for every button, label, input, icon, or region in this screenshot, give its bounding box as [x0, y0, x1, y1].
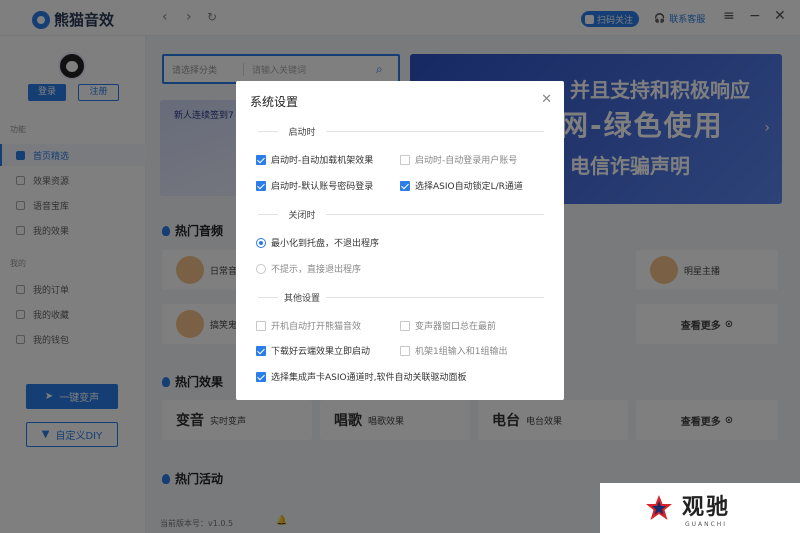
divider — [258, 131, 278, 132]
option-label: 启动时-自动登录用户账号 — [415, 156, 518, 166]
option-label: 下载好云端效果立即启动 — [271, 347, 371, 357]
checkbox[interactable] — [400, 320, 410, 331]
option-minimize-to-tray[interactable]: 最小化到托盘，不退出程序 — [256, 236, 379, 249]
option-exit-directly[interactable]: 不提示，直接退出程序 — [256, 262, 361, 275]
checkbox[interactable] — [256, 154, 266, 165]
watermark-cn: 观驰 — [682, 494, 731, 520]
option-label: 开机自动打开熊猫音效 — [271, 322, 362, 332]
option-label: 最小化到托盘，不退出程序 — [271, 239, 380, 249]
option-auto-login[interactable]: 启动时-自动登录用户账号 — [400, 153, 517, 166]
divider — [326, 214, 544, 215]
group-label: 其他设置 — [283, 294, 320, 304]
option-label: 启动时-自动加载机架效果 — [271, 156, 374, 166]
divider — [258, 214, 278, 215]
radio[interactable] — [256, 237, 266, 248]
watermark-text: 观驰 GUANCHI — [682, 489, 730, 528]
system-settings-dialog: 系统设置 ✕ 启动时 启动时-自动加载机架效果 启动时-自动登录用户账号 启动时… — [236, 81, 564, 400]
radio[interactable] — [256, 263, 266, 274]
option-always-on-top[interactable]: 变声器窗口总在最前 — [400, 319, 496, 332]
group-header-startup: 启动时 — [258, 125, 544, 138]
option-asio-driver-panel[interactable]: 选择集成声卡ASIO通道时,软件自动关联驱动面板 — [256, 370, 466, 383]
option-default-password-login[interactable]: 启动时-默认账号密码登录 — [256, 179, 373, 192]
option-label: 机架1组输入和1组输出 — [415, 347, 508, 357]
checkbox[interactable] — [400, 345, 410, 356]
option-asio-lock-lr[interactable]: 选择ASIO自动锁定L/R通道 — [400, 179, 523, 192]
divider — [326, 297, 544, 298]
option-launch-on-boot[interactable]: 开机自动打开熊猫音效 — [256, 319, 361, 332]
option-label: 选择集成声卡ASIO通道时,软件自动关联驱动面板 — [271, 373, 467, 383]
option-rack-io[interactable]: 机架1组输入和1组输出 — [400, 344, 507, 357]
option-auto-load-rack[interactable]: 启动时-自动加载机架效果 — [256, 153, 373, 166]
checkbox[interactable] — [256, 345, 266, 356]
checkbox[interactable] — [400, 154, 410, 165]
checkbox[interactable] — [400, 180, 410, 191]
option-label: 不提示，直接退出程序 — [271, 265, 362, 275]
checkbox[interactable] — [256, 371, 266, 382]
group-header-other: 其他设置 — [258, 291, 544, 304]
group-label: 启动时 — [288, 128, 316, 138]
checkbox[interactable] — [256, 320, 266, 331]
close-icon[interactable]: ✕ — [541, 92, 552, 107]
checkbox[interactable] — [256, 180, 266, 191]
dialog-title: 系统设置 — [250, 95, 299, 109]
star-logo-icon — [646, 495, 672, 520]
group-header-close: 关闭时 — [258, 208, 544, 221]
option-start-after-download[interactable]: 下载好云端效果立即启动 — [256, 344, 370, 357]
group-label: 关闭时 — [288, 211, 316, 221]
option-label: 选择ASIO自动锁定L/R通道 — [415, 182, 523, 192]
option-label: 启动时-默认账号密码登录 — [271, 182, 374, 192]
divider — [326, 131, 544, 132]
watermark-en: GUANCHI — [684, 520, 728, 528]
watermark: 观驰 GUANCHI — [600, 483, 800, 533]
divider — [258, 297, 278, 298]
option-label: 变声器窗口总在最前 — [415, 322, 497, 332]
